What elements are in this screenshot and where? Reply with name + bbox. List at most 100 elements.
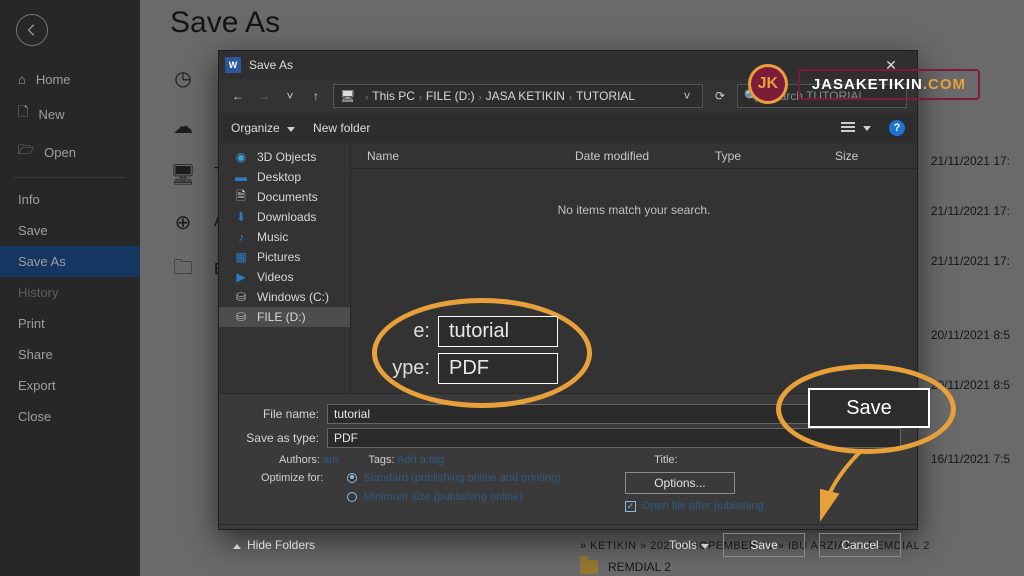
title-label: Title: <box>654 454 677 466</box>
documents-icon: 🗎 <box>233 190 249 204</box>
date: 16/11/2021 7:5 <box>931 434 1010 484</box>
nav-save[interactable]: Save <box>0 215 140 246</box>
nav-export[interactable]: Export <box>0 370 140 401</box>
watermark-text: JASAKETIKIN.COM <box>798 69 980 100</box>
pc-icon: 🖥 <box>340 89 355 103</box>
crumb[interactable]: JASA KETIKIN <box>486 89 565 103</box>
nav-fwd-icon[interactable]: → <box>255 89 273 103</box>
chevron-down-icon[interactable]: ˅ <box>678 89 696 103</box>
file-name-input[interactable] <box>327 404 901 424</box>
nav-info[interactable]: Info <box>0 184 140 215</box>
tree-desktop[interactable]: ▬Desktop <box>219 167 350 187</box>
radio-icon <box>347 492 357 502</box>
dialog-bottom: File name: Save as type: PDF Authors: am… <box>219 393 917 524</box>
nav-close[interactable]: Close <box>0 401 140 432</box>
back-button[interactable] <box>16 14 48 46</box>
nav-share[interactable]: Share <box>0 339 140 370</box>
breadcrumb[interactable]: 🖥 ›This PC›FILE (D:)›JASA KETIKIN›TUTORI… <box>333 84 703 108</box>
recent-dates: 21/11/2021 17: 21/11/2021 17: 21/11/2021… <box>931 136 1010 484</box>
file-list: Name Date modified Type Size No items ma… <box>351 143 917 393</box>
tree-pictures[interactable]: ▦Pictures <box>219 247 350 267</box>
help-icon[interactable]: ? <box>889 120 905 136</box>
drive-icon: ⛁ <box>233 310 249 324</box>
nav-new[interactable]: 🗋 New <box>0 95 140 133</box>
separator <box>14 177 126 178</box>
nav-recent-icon[interactable]: ˅ <box>281 89 299 103</box>
metadata-row: Authors: am Tags: Add a tag Title: <box>279 454 901 466</box>
col-name[interactable]: Name <box>355 149 575 163</box>
crumb[interactable]: FILE (D:) <box>426 89 475 103</box>
nav-up-icon[interactable]: ↑ <box>307 89 325 103</box>
col-size[interactable]: Size <box>835 149 913 163</box>
authors-value[interactable]: am <box>323 454 338 466</box>
radio-icon <box>347 473 357 483</box>
cancel-button[interactable]: Cancel <box>819 533 901 557</box>
music-icon: ♪ <box>233 230 249 244</box>
nav-print[interactable]: Print <box>0 308 140 339</box>
opt-standard-radio[interactable]: Standard (publishing online and printing… <box>347 472 561 485</box>
col-type[interactable]: Type <box>715 149 835 163</box>
folder-icon: 🗀 <box>168 253 198 287</box>
new-icon: 🗋 <box>18 103 28 125</box>
date: 20/11/2021 8:5 <box>931 310 1010 360</box>
tree-downloads[interactable]: ⬇Downloads <box>219 207 350 227</box>
dialog-footer: Hide Folders Tools Save Cancel <box>219 524 917 564</box>
date: 20/11/2021 8:5 <box>931 360 1010 410</box>
pictures-icon: ▦ <box>233 250 249 264</box>
nav-label: Info <box>18 192 40 207</box>
nav-history[interactable]: History <box>0 277 140 308</box>
backstage-sidebar: ⌂ Home 🗋 New 🗁 Open Info Save Save As Hi… <box>0 0 140 576</box>
chevron-up-icon <box>233 544 241 549</box>
open-after-checkbox[interactable]: ✓Open file after publishing <box>625 500 764 512</box>
nav-label: Save <box>18 223 48 238</box>
organize-menu[interactable]: Organize <box>231 121 295 135</box>
tree-documents[interactable]: 🗎Documents <box>219 187 350 207</box>
watermark: JK JASAKETIKIN.COM <box>748 64 980 104</box>
crumb[interactable]: TUTORIAL <box>576 89 635 103</box>
objects3d-icon: ◉ <box>233 150 249 164</box>
dialog-title: Save As <box>249 58 293 72</box>
nav-open[interactable]: 🗁 Open <box>0 133 140 171</box>
date: 21/11/2021 17: <box>931 136 1010 186</box>
hide-folders-toggle[interactable]: Hide Folders <box>233 538 315 552</box>
col-date[interactable]: Date modified <box>575 149 715 163</box>
nav-label: Open <box>44 145 76 160</box>
save-as-dialog: W Save As ✕ ← → ˅ ↑ 🖥 ›This PC›FILE (D:)… <box>218 50 918 530</box>
tags-label: Tags: <box>368 454 394 466</box>
refresh-icon[interactable]: ⟳ <box>711 89 729 103</box>
file-name-label: File name: <box>239 407 319 421</box>
globe-icon: ⊕ <box>168 210 198 235</box>
view-menu[interactable] <box>841 122 871 134</box>
options-button[interactable]: Options... <box>625 472 735 494</box>
nav-save-as[interactable]: Save As <box>0 246 140 277</box>
nav-label: Print <box>18 316 45 331</box>
tree-file-d[interactable]: ⛁FILE (D:) <box>219 307 350 327</box>
crumb[interactable]: This PC <box>372 89 415 103</box>
tools-menu[interactable]: Tools <box>669 538 709 552</box>
save-type-select[interactable]: PDF <box>327 428 901 448</box>
date: 21/11/2021 17: <box>931 236 1010 286</box>
videos-icon: ▶ <box>233 270 249 284</box>
authors-label: Authors: <box>279 454 320 466</box>
nav-label: Home <box>36 72 71 87</box>
tags-value[interactable]: Add a tag <box>397 454 444 466</box>
dialog-toolbar: Organize New folder ? <box>219 113 917 143</box>
tree-videos[interactable]: ▶Videos <box>219 267 350 287</box>
empty-message: No items match your search. <box>351 169 917 393</box>
tree-music[interactable]: ♪Music <box>219 227 350 247</box>
file-list-header[interactable]: Name Date modified Type Size <box>351 143 917 169</box>
nav-home[interactable]: ⌂ Home <box>0 64 140 95</box>
save-button[interactable]: Save <box>723 533 805 557</box>
watermark-badge: JK <box>748 64 788 104</box>
nav-back-icon[interactable]: ← <box>229 89 247 103</box>
opt-minimum-radio[interactable]: Minimum size (publishing online) <box>347 491 561 504</box>
tree-windows-c[interactable]: ⛁Windows (C:) <box>219 287 350 307</box>
word-icon: W <box>225 57 241 73</box>
date: 21/11/2021 17: <box>931 186 1010 236</box>
cloud-icon: ☁ <box>168 114 198 139</box>
clock-icon: ◷ <box>168 66 198 91</box>
new-folder-button[interactable]: New folder <box>313 121 370 135</box>
folder-tree[interactable]: ◉3D Objects ▬Desktop 🗎Documents ⬇Downloa… <box>219 143 351 393</box>
list-icon <box>841 122 855 134</box>
tree-3d-objects[interactable]: ◉3D Objects <box>219 147 350 167</box>
